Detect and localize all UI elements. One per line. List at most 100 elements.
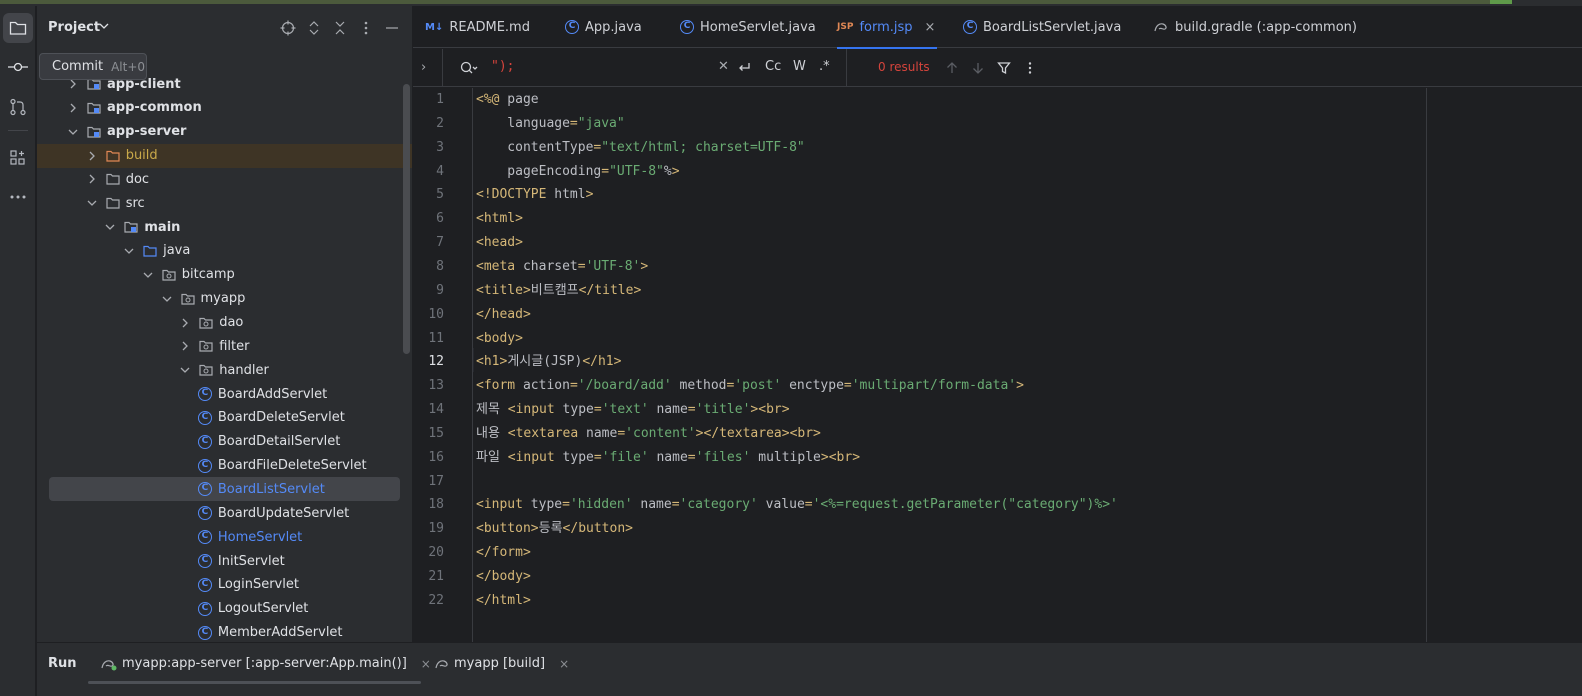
options-vertical-icon[interactable] [1023, 61, 1037, 75]
line-number-gutter: 1 2 3 4 5 6 7 8 9 10 11 12 13 14 15 16 17 18 19 20 21 22 [413, 88, 473, 642]
collapse-all-icon[interactable] [332, 20, 348, 36]
more-tools-button[interactable] [3, 182, 33, 212]
tab-label: HomeServlet.java [700, 19, 816, 35]
chevron-down-icon[interactable] [161, 293, 173, 305]
tree-item[interactable]: myapp [37, 287, 412, 311]
tooltip-label: Commit [52, 59, 104, 74]
whole-words-toggle[interactable]: W [793, 59, 806, 74]
package-icon [180, 293, 195, 305]
chevron-right-icon[interactable] [179, 317, 191, 329]
code-line: <html> [476, 211, 523, 227]
line-number: 4 [436, 163, 444, 179]
tab-build-gradle[interactable]: build.gradle (:app-common) [1153, 6, 1357, 48]
tree-item[interactable]: app-server [37, 120, 412, 144]
close-icon[interactable]: × [559, 657, 569, 671]
tree-item-label: LoginServlet [217, 577, 299, 593]
tab-app-java[interactable]: C App.java [565, 6, 642, 48]
tree-item[interactable]: C BoardUpdateServlet [37, 501, 412, 525]
commit-icon [8, 62, 28, 72]
project-panel-header: Project [37, 6, 412, 50]
active-run-tab-indicator [88, 681, 421, 684]
activity-separator [8, 130, 28, 131]
tree-item-label: src [125, 195, 145, 211]
match-case-toggle[interactable]: Cc [765, 59, 781, 74]
code-line: <form action='/board/add' method='post' … [476, 378, 1024, 394]
tree-item[interactable]: C BoardDetailServlet [37, 430, 412, 454]
tab-form-jsp[interactable]: JSP form.jsp × [837, 6, 938, 49]
chevron-down-icon[interactable] [179, 364, 191, 376]
structure-tool-button[interactable] [3, 143, 33, 173]
chevron-down-icon[interactable] [86, 197, 98, 209]
tree-item[interactable]: java [37, 239, 412, 263]
line-number: 22 [428, 592, 444, 608]
class-icon: C [963, 20, 977, 34]
tree-item-label: BoardFileDeleteServlet [217, 458, 367, 474]
tree-item[interactable]: C InitServlet [37, 549, 412, 573]
commit-tool-button[interactable] [3, 52, 33, 82]
search-input[interactable]: "); [491, 59, 514, 74]
tree-item[interactable]: C HomeServlet [37, 525, 412, 549]
tab-homeservlet-java[interactable]: C HomeServlet.java [680, 6, 816, 48]
chevron-down-icon[interactable] [99, 22, 109, 30]
class-icon: C [197, 434, 212, 449]
tree-item-label: build [125, 148, 158, 164]
tree-item[interactable]: C LoginServlet [37, 573, 412, 597]
chevron-down-icon[interactable] [142, 269, 154, 281]
chevron-right-icon[interactable] [86, 173, 98, 185]
class-icon: C [197, 410, 212, 425]
tree-item-label: myapp [200, 291, 246, 307]
previous-occurrence-icon[interactable] [945, 61, 959, 75]
run-tab-build[interactable]: myapp [build] × [434, 656, 569, 671]
structure-icon [10, 150, 25, 165]
chevron-right-icon[interactable] [179, 340, 191, 352]
tree-item[interactable]: src [37, 191, 412, 215]
tree-item[interactable]: filter [37, 334, 412, 358]
locate-file-icon[interactable] [280, 20, 296, 36]
expand-all-icon[interactable] [306, 20, 322, 36]
tab-boardlistservlet-java[interactable]: C BoardListServlet.java [963, 6, 1121, 48]
tree-item[interactable]: dao [37, 311, 412, 335]
code-line: <head> [476, 235, 523, 251]
code-line: pageEncoding="UTF-8"%> [476, 163, 680, 179]
tree-item[interactable]: app-common [37, 96, 412, 120]
chevron-down-icon[interactable] [123, 245, 135, 257]
new-line-icon[interactable] [736, 61, 752, 75]
tree-item[interactable]: doc [37, 167, 412, 191]
tab-close-button[interactable]: × [925, 20, 936, 35]
code-editor[interactable]: <%@ page language="java" contentType="te… [474, 88, 1582, 642]
class-icon: C [565, 20, 579, 34]
hide-panel-icon[interactable] [384, 20, 400, 36]
tree-item[interactable]: C BoardListServlet [49, 477, 400, 502]
tree-item[interactable]: C BoardFileDeleteServlet [37, 454, 412, 478]
chevron-down-icon[interactable] [104, 221, 116, 233]
run-tab-app-server[interactable]: myapp:app-server [:app-server:App.main()… [100, 656, 431, 671]
clear-search-icon[interactable]: ✕ [718, 59, 729, 74]
chevron-right-icon[interactable] [67, 102, 79, 114]
tree-item[interactable]: main [37, 215, 412, 239]
chevron-right-icon[interactable] [86, 150, 98, 162]
tree-item[interactable]: C BoardAddServlet [37, 382, 412, 406]
next-occurrence-icon[interactable] [971, 61, 985, 75]
run-panel-title: Run [48, 656, 77, 671]
gradle-icon [1154, 23, 1167, 32]
project-tool-button[interactable] [3, 13, 33, 43]
tab-readme[interactable]: M↓ README.md [425, 6, 530, 48]
tree-item[interactable]: C MemberAddServlet [37, 621, 412, 642]
chevron-down-icon[interactable] [67, 126, 79, 138]
project-scrollbar[interactable] [403, 84, 410, 354]
tree-item[interactable]: C BoardDeleteServlet [37, 406, 412, 430]
search-icon[interactable] [460, 61, 478, 75]
expand-replace-icon[interactable]: › [421, 60, 426, 75]
tree-item-label: filter [219, 338, 250, 354]
pull-requests-tool-button[interactable] [3, 92, 33, 122]
options-vertical-icon[interactable] [358, 20, 374, 36]
close-icon[interactable]: × [421, 657, 431, 671]
project-panel-title[interactable]: Project [48, 20, 100, 35]
run-tab-label: myapp [build] [454, 656, 546, 671]
tree-item[interactable]: build [37, 143, 412, 168]
tree-item[interactable]: handler [37, 358, 412, 382]
tree-item[interactable]: bitcamp [37, 263, 412, 287]
filter-icon[interactable] [997, 61, 1011, 75]
tree-item[interactable]: C LogoutServlet [37, 597, 412, 621]
regex-toggle[interactable]: .* [819, 59, 830, 74]
